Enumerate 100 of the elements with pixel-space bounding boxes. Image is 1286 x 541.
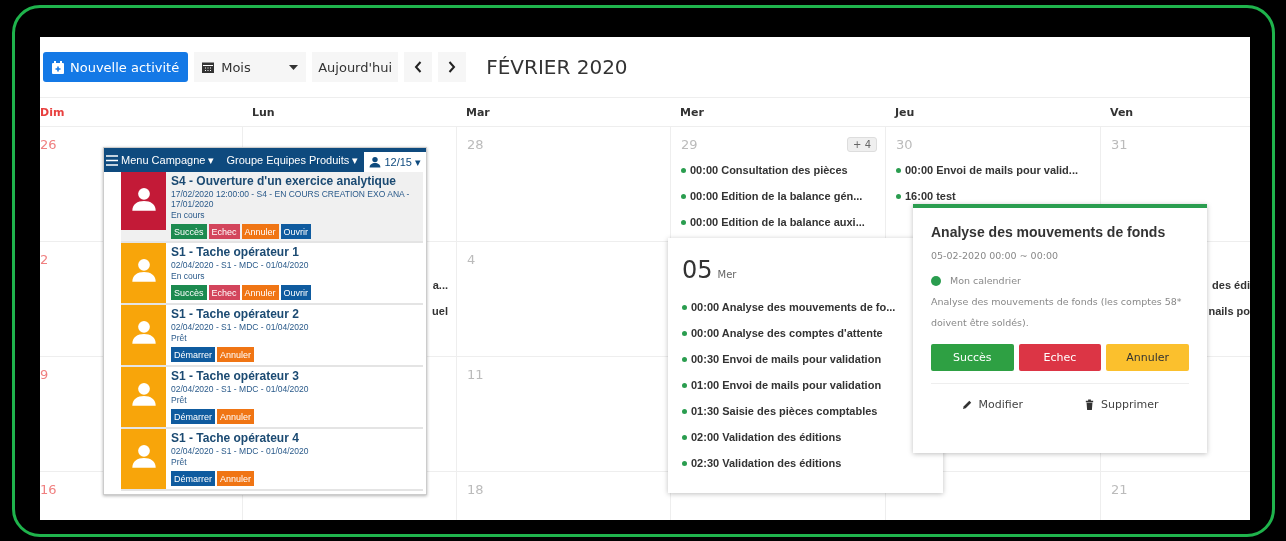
task-status: En cours bbox=[171, 271, 206, 281]
user-icon bbox=[130, 443, 157, 469]
task-action-button[interactable]: Démarrer bbox=[171, 471, 215, 486]
popup-day-number: 05 bbox=[682, 256, 713, 284]
weekday-header: Lun bbox=[242, 98, 456, 127]
task-details: 17/02/2020 12:00:00 - S4 - EN COURS CREATION EXO ANA - 17/01/2020 bbox=[171, 189, 411, 209]
task-action-button[interactable]: Echec bbox=[208, 224, 240, 239]
more-events-button[interactable]: + 4 bbox=[847, 136, 877, 152]
campaign-task[interactable]: S1 - Tache opérateur 1 02/04/2020 - S1 - MDC - 01/04/2020 En cours Succès Echec Annuler Ouvrir bbox=[121, 243, 423, 305]
day-number: 30 bbox=[896, 136, 913, 152]
event-entry[interactable]: 00:00 Consultation des pièces bbox=[690, 164, 848, 176]
view-select[interactable]: Mois bbox=[194, 52, 307, 82]
event-entry[interactable]: 00:00 Analyse des comptes d'attente bbox=[691, 327, 883, 339]
event-dot bbox=[681, 193, 686, 199]
task-details: 02/04/2020 - S1 - MDC - 01/04/2020 bbox=[171, 446, 309, 456]
event-entry[interactable]: 00:30 Envoi de mails pour validation bbox=[691, 353, 882, 365]
weekday-header: Dim bbox=[40, 98, 242, 127]
task-action-button[interactable]: Succès bbox=[171, 285, 207, 300]
user-icon bbox=[130, 319, 157, 345]
weekday-header: Mar bbox=[456, 98, 670, 127]
trash-icon bbox=[1084, 399, 1095, 411]
event-entry[interactable]: 00:00 Envoi de mails pour valid... bbox=[905, 164, 1078, 176]
event-dot bbox=[682, 330, 687, 336]
task-action-button[interactable]: Succès bbox=[171, 224, 207, 239]
task-action-button[interactable]: Echec bbox=[208, 285, 240, 300]
event-entry[interactable]: 02:30 Validation des éditions bbox=[691, 457, 842, 469]
menu-campaign-dropdown[interactable]: Menu Campagne ▾ bbox=[121, 153, 215, 167]
delete-button[interactable]: Supprimer bbox=[1078, 397, 1165, 413]
weekday-header: Ven bbox=[1100, 98, 1250, 127]
caret-icon bbox=[289, 64, 299, 70]
task-status: Prêt bbox=[171, 457, 188, 467]
event-dot bbox=[681, 219, 686, 225]
new-activity-button[interactable]: Nouvelle activité bbox=[43, 52, 189, 82]
user-icon bbox=[130, 381, 157, 407]
task-action-button[interactable]: Ouvrir bbox=[280, 285, 312, 300]
chevron-left-icon bbox=[414, 61, 423, 73]
day-number: 16 bbox=[40, 481, 57, 497]
today-button[interactable]: Aujourd'hui bbox=[312, 52, 399, 82]
pencil-icon bbox=[961, 399, 973, 411]
event-time: 05-02-2020 00:00 ~ 00:00 bbox=[931, 250, 1059, 261]
day-number: 26 bbox=[40, 136, 57, 152]
menu-icon[interactable] bbox=[106, 154, 118, 166]
day-number: 9 bbox=[40, 366, 49, 382]
previous-button[interactable] bbox=[404, 52, 433, 82]
user-icon bbox=[130, 257, 157, 283]
edit-button[interactable]: Modifier bbox=[955, 397, 1029, 413]
event-entry[interactable]: 02:00 Validation des éditions bbox=[691, 431, 842, 443]
calendar-dot bbox=[931, 275, 941, 286]
day-number: 21 bbox=[1111, 481, 1128, 497]
user-counter-dropdown[interactable]: 12/15 ▾ bbox=[364, 152, 426, 172]
task-action-button[interactable]: Démarrer bbox=[171, 409, 215, 424]
day-number: 29 bbox=[681, 136, 698, 152]
user-icon bbox=[369, 156, 382, 168]
event-dot bbox=[682, 304, 687, 310]
event-dot bbox=[682, 460, 687, 466]
event-entry[interactable]: 00:00 Analyse des mouvements de fo... bbox=[691, 301, 896, 313]
task-title: S1 - Tache opérateur 2 bbox=[171, 307, 300, 321]
popup-weekday: Mer bbox=[717, 269, 737, 280]
day-number: 11 bbox=[467, 366, 484, 382]
calendar-name: Mon calendrier bbox=[950, 275, 1021, 286]
event-entry[interactable]: des édi bbox=[1212, 279, 1250, 291]
user-icon bbox=[130, 186, 157, 212]
day-number: 2 bbox=[40, 251, 49, 267]
weekday-header: Jeu bbox=[885, 98, 1100, 127]
task-title: S1 - Tache opérateur 4 bbox=[171, 431, 300, 445]
event-entry[interactable]: uel bbox=[432, 305, 448, 317]
group-dropdown[interactable]: Groupe Equipes Produits ▾ bbox=[226, 153, 359, 167]
event-dot bbox=[682, 434, 687, 440]
calendar-icon bbox=[202, 61, 215, 73]
calendar-plus-icon bbox=[52, 60, 64, 74]
task-action-button[interactable]: Démarrer bbox=[171, 347, 215, 362]
campaign-task[interactable]: S1 - Tache opérateur 3 02/04/2020 - S1 - MDC - 01/04/2020 Prêt Démarrer Annuler bbox=[121, 367, 423, 429]
day-number: 28 bbox=[467, 136, 484, 152]
chevron-right-icon bbox=[448, 61, 457, 73]
task-title: S4 - Ouverture d'un exercice analytique bbox=[171, 174, 397, 188]
event-entry[interactable]: 01:00 Envoi de mails pour validation bbox=[691, 379, 882, 391]
task-status: Prêt bbox=[171, 395, 188, 405]
event-entry[interactable]: 01:30 Saisie des pièces comptables bbox=[691, 405, 878, 417]
task-action-button[interactable]: Ouvrir bbox=[280, 224, 312, 239]
day-number: 4 bbox=[467, 251, 476, 267]
campaign-task[interactable]: S4 - Ouverture d'un exercice analytique 17/02/2020 12:00:00 - S4 - EN COURS CREATION EXO ANA - 17/01/2020 En cours Succès Echec Annuler Ouvrir bbox=[121, 172, 423, 243]
campaign-task[interactable]: S1 - Tache opérateur 2 02/04/2020 - S1 - MDC - 01/04/2020 Prêt Démarrer Annuler bbox=[121, 305, 423, 367]
task-details: 02/04/2020 - S1 - MDC - 01/04/2020 bbox=[171, 322, 309, 332]
event-action-button[interactable]: Annuler bbox=[1106, 343, 1189, 371]
day-number: 31 bbox=[1111, 136, 1128, 152]
task-status: En cours bbox=[171, 210, 206, 220]
event-action-button[interactable]: Echec bbox=[1018, 343, 1102, 371]
event-entry[interactable]: nails po bbox=[1208, 305, 1250, 317]
weekday-header: Mer bbox=[670, 98, 885, 127]
task-title: S1 - Tache opérateur 3 bbox=[171, 369, 300, 383]
event-dot bbox=[896, 167, 901, 173]
month-title: FÉVRIER 2020 bbox=[486, 55, 628, 79]
event-description: Analyse des mouvements de fonds (les comptes 58* doivent être soldés). bbox=[931, 295, 1183, 330]
event-entry[interactable]: 00:00 Edition de la balance auxi... bbox=[690, 216, 865, 228]
next-button[interactable] bbox=[438, 52, 467, 82]
day-number: 18 bbox=[467, 481, 484, 497]
event-entry[interactable]: a... bbox=[432, 279, 448, 291]
event-entry[interactable]: 00:00 Edition de la balance gén... bbox=[690, 190, 863, 202]
campaign-task[interactable]: S1 - Tache opérateur 4 02/04/2020 - S1 - MDC - 01/04/2020 Prêt Démarrer Annuler bbox=[121, 429, 423, 491]
event-entry[interactable]: 16:00 test bbox=[905, 190, 956, 202]
